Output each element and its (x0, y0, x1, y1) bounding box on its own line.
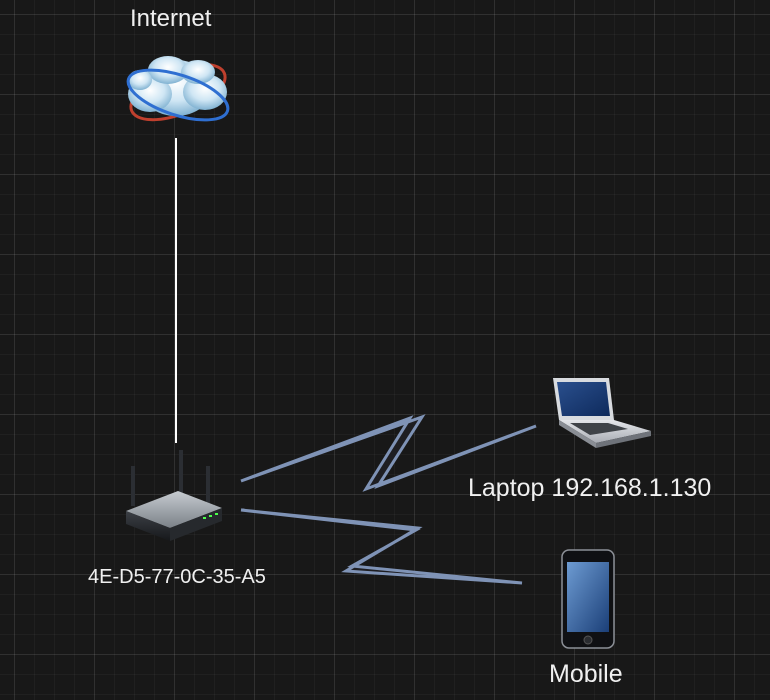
cloud-globe-icon[interactable] (122, 53, 233, 131)
wireless-link-mobile[interactable] (240, 508, 523, 585)
wireless-router-icon[interactable] (126, 450, 222, 541)
smartphone-icon[interactable] (561, 549, 615, 649)
laptop-icon[interactable] (553, 378, 651, 448)
network-diagram (122, 53, 651, 649)
laptop-label: Laptop 192.168.1.130 (468, 474, 712, 502)
mobile-label: Mobile (549, 660, 623, 688)
router-mac-label: 4E-D5-77-0C-35-A5 (88, 566, 266, 588)
internet-label: Internet (130, 5, 212, 32)
